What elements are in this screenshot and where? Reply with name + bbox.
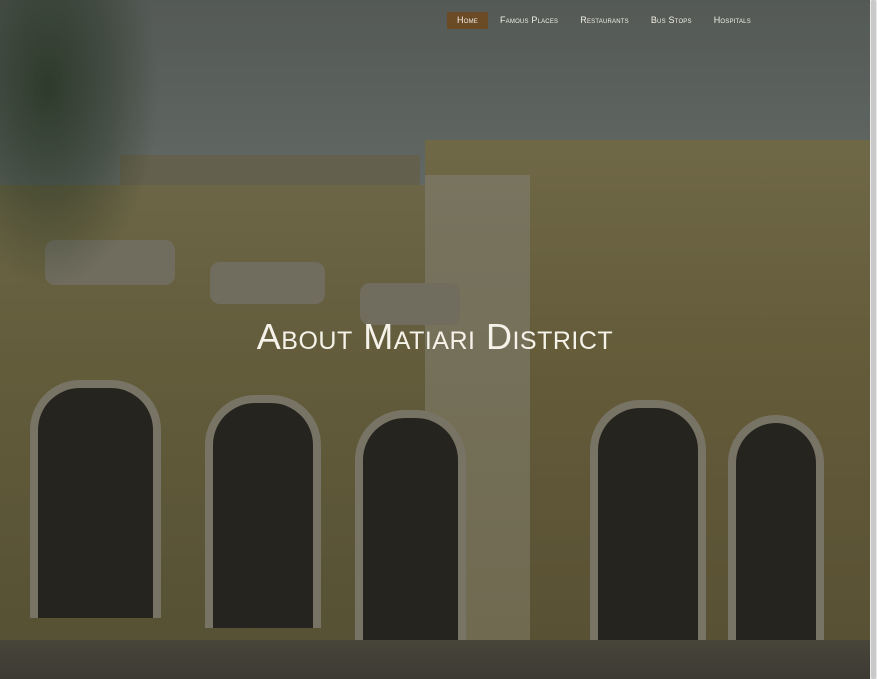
nav-famous-places[interactable]: Famous Places [490,12,568,29]
page-title: About Matiari District [256,316,614,357]
nav-hospitals[interactable]: Hospitals [704,12,761,29]
main-nav: Home Famous Places Restaurants Bus Stops… [447,12,763,29]
scrollbar[interactable] [870,0,877,679]
nav-bus-stops[interactable]: Bus Stops [641,12,702,29]
scrollbar-thumb[interactable] [871,0,876,679]
nav-restaurants[interactable]: Restaurants [570,12,639,29]
nav-home[interactable]: Home [447,12,488,29]
